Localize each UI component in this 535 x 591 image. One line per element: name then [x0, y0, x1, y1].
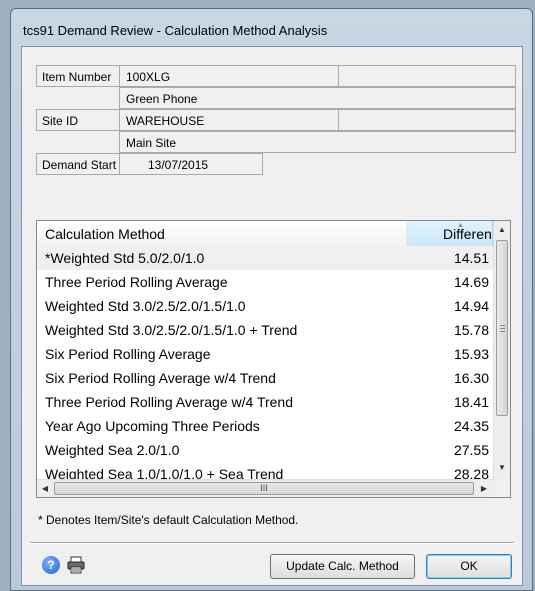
difference-cell: 14.51 [453, 250, 489, 266]
method-cell: Weighted Std 3.0/2.5/2.0/1.5/1.0 [45, 298, 246, 314]
list-rows: *Weighted Std 5.0/2.0/1.0 14.51 Three Per… [37, 246, 493, 479]
difference-cell: 14.94 [453, 298, 489, 314]
column-header-difference-label: Differen [443, 226, 492, 242]
list-row[interactable]: Six Period Rolling Average 15.93 [37, 342, 493, 366]
method-cell: *Weighted Std 5.0/2.0/1.0 [45, 250, 205, 266]
method-cell: Year Ago Upcoming Three Periods [45, 418, 260, 434]
site-id-value: WAREHOUSE [119, 109, 339, 131]
difference-cell: 24.35 [453, 418, 489, 434]
horizontal-scrollbar[interactable]: ◀ III ▶ [37, 479, 493, 497]
method-cell: Weighted Std 3.0/2.5/2.0/1.5/1.0 + Trend [45, 322, 298, 338]
method-cell: Weighted Sea 2.0/1.0 [45, 442, 180, 458]
scroll-right-icon[interactable]: ▶ [476, 480, 492, 497]
difference-cell: 18.41 [453, 394, 489, 410]
default-method-note: * Denotes Item/Site's default Calculatio… [38, 513, 299, 527]
site-description: Main Site [119, 131, 516, 153]
vertical-scrollbar[interactable]: ▲ ▼ [493, 221, 510, 479]
help-icon[interactable]: ? [42, 556, 60, 574]
calculation-method-list[interactable]: Calculation Method ▲ Differen *Weighted … [36, 220, 511, 498]
column-header-method[interactable]: Calculation Method [37, 221, 407, 246]
grip-line [500, 328, 505, 329]
list-row[interactable]: Six Period Rolling Average w/4 Trend 16.3… [37, 366, 493, 390]
grip-line [500, 325, 505, 326]
item-description: Green Phone [119, 87, 516, 109]
scroll-up-icon[interactable]: ▲ [494, 221, 510, 238]
footer-divider [30, 542, 514, 544]
site-id-label: Site ID [36, 109, 120, 131]
method-cell: Three Period Rolling Average w/4 Trend [45, 394, 293, 410]
item-number-value: 100XLG [119, 65, 339, 87]
scrollbar-corner [493, 479, 510, 497]
list-row[interactable]: Year Ago Upcoming Three Periods 24.35 [37, 414, 493, 438]
site-id-extra [338, 109, 516, 131]
grip-line [500, 331, 505, 332]
list-header: Calculation Method ▲ Differen [37, 221, 510, 247]
method-cell: Weighted Sea 1.0/1.0/1.0 + Sea Trend [45, 466, 284, 479]
window-title: tcs91 Demand Review - Calculation Method… [23, 23, 328, 38]
list-row[interactable]: Three Period Rolling Average w/4 Trend 18… [37, 390, 493, 414]
list-row[interactable]: *Weighted Std 5.0/2.0/1.0 14.51 [37, 246, 493, 270]
difference-cell: 15.93 [453, 346, 489, 362]
vertical-scroll-thumb[interactable] [496, 240, 508, 416]
sort-ascending-icon: ▲ [457, 222, 464, 229]
item-number-label: Item Number [36, 65, 120, 87]
demand-start-value: 13/07/2015 [119, 153, 263, 175]
horizontal-scroll-thumb[interactable]: III [54, 482, 474, 495]
method-cell: Six Period Rolling Average [45, 346, 211, 362]
list-row[interactable]: Weighted Std 3.0/2.5/2.0/1.5/1.0 + Trend… [37, 318, 493, 342]
method-cell: Three Period Rolling Average [45, 274, 228, 290]
printer-icon[interactable] [66, 556, 86, 574]
scroll-down-icon[interactable]: ▼ [494, 459, 510, 476]
scroll-left-icon[interactable]: ◀ [37, 480, 53, 497]
list-row[interactable]: Three Period Rolling Average 14.69 [37, 270, 493, 294]
demand-start-label: Demand Start [36, 153, 120, 175]
list-row[interactable]: Weighted Sea 1.0/1.0/1.0 + Sea Trend 28.2… [37, 462, 493, 479]
item-number-extra [338, 65, 516, 87]
method-cell: Six Period Rolling Average w/4 Trend [45, 370, 276, 386]
difference-cell: 14.69 [453, 274, 489, 290]
column-header-difference[interactable]: ▲ Differen [407, 221, 493, 246]
update-calc-method-button[interactable]: Update Calc. Method [270, 554, 415, 579]
dialog-body: Item Number 100XLG Green Phone Site ID W… [21, 46, 523, 586]
difference-cell: 15.78 [453, 322, 489, 338]
ok-button[interactable]: OK [426, 554, 512, 579]
list-row[interactable]: Weighted Std 3.0/2.5/2.0/1.5/1.0 14.94 [37, 294, 493, 318]
dialog-window: tcs91 Demand Review - Calculation Method… [10, 8, 533, 591]
title-bar[interactable]: tcs91 Demand Review - Calculation Method… [11, 9, 532, 45]
difference-cell: 27.55 [453, 442, 489, 458]
difference-cell: 16.30 [453, 370, 489, 386]
difference-cell: 28.28 [453, 466, 489, 479]
list-row[interactable]: Weighted Sea 2.0/1.0 27.55 [37, 438, 493, 462]
